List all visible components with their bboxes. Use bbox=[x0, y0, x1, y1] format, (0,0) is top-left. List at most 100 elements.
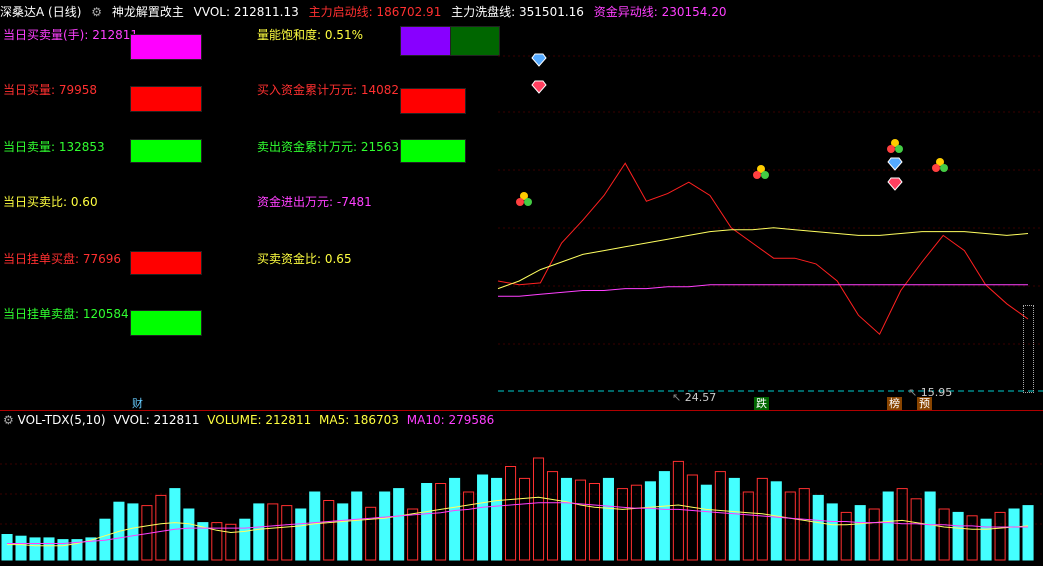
volume-bar bbox=[784, 491, 796, 561]
vwol-value: VVOL: 212811.13 bbox=[193, 5, 299, 19]
volume-bar bbox=[1022, 505, 1034, 561]
main-lines bbox=[497, 162, 1029, 336]
stat-box-pending-sell-green bbox=[130, 310, 202, 336]
volume-bar bbox=[43, 537, 55, 561]
volume-bar bbox=[477, 474, 489, 561]
stat-pending-buy: 当日挂单买盘: 77696 bbox=[3, 252, 122, 266]
volume-bar bbox=[491, 477, 503, 561]
volume-header: ⚙ VOL-TDX(5,10) VVOL: 212811 VOLUME: 212… bbox=[3, 413, 494, 427]
volume-bar bbox=[449, 477, 461, 561]
volume-bar bbox=[29, 537, 41, 561]
settings-gear-icon[interactable]: ⚙ bbox=[91, 5, 102, 19]
volume-bar bbox=[854, 505, 866, 561]
vol-vvol: VVOL: 212811 bbox=[113, 413, 200, 427]
marker-die[interactable]: 跌 bbox=[754, 397, 769, 410]
volume-bar bbox=[588, 483, 601, 561]
volume-bar bbox=[966, 515, 978, 561]
volume-bar bbox=[826, 503, 838, 561]
volume-bar bbox=[183, 508, 195, 561]
panel-divider bbox=[0, 410, 1043, 411]
volume-bar bbox=[505, 466, 517, 561]
wash-line-value: 主力洗盘线: 351501.16 bbox=[451, 5, 584, 19]
line-series bbox=[497, 227, 1029, 290]
stat-box-sell-fund-green bbox=[400, 139, 466, 163]
volume-bar bbox=[812, 494, 824, 561]
volume-bar bbox=[337, 503, 349, 561]
indicator-name[interactable]: 神龙解置改主 bbox=[112, 5, 184, 19]
volume-bar bbox=[225, 523, 237, 561]
volume-bar bbox=[365, 506, 377, 561]
volume-bar bbox=[756, 477, 768, 561]
stat-buy-volume: 当日买量: 79958 bbox=[3, 83, 98, 97]
red-diamond-icon bbox=[531, 80, 547, 94]
volume-bar bbox=[868, 508, 880, 561]
stat-buy-fund-total: 买入资金累计万元: 14082 bbox=[257, 83, 400, 97]
startup-line-value: 主力启动线: 186702.91 bbox=[308, 5, 442, 19]
stat-box-pending-buy-red bbox=[130, 251, 202, 275]
saturation-box-green bbox=[450, 26, 500, 56]
blue-diamond-icon bbox=[531, 53, 547, 67]
stat-sell-volume: 当日卖量: 132853 bbox=[3, 140, 105, 154]
marker-bang[interactable]: 榜 bbox=[887, 397, 902, 410]
price-low-label: ↖ 24.57 bbox=[672, 391, 717, 404]
volume-bar bbox=[728, 477, 740, 561]
volume-bar bbox=[1008, 508, 1020, 561]
stat-box-buy-red bbox=[130, 86, 202, 112]
blue-diamond-icon bbox=[887, 157, 903, 171]
stock-title[interactable]: 深桑达A (日线) bbox=[0, 5, 81, 19]
volume-bar bbox=[323, 500, 335, 561]
current-range-box bbox=[1023, 305, 1034, 393]
three-balls-icon bbox=[753, 165, 769, 179]
saturation-box-purple bbox=[400, 26, 452, 56]
marker-cai[interactable]: 财 bbox=[130, 397, 145, 410]
volume-bar bbox=[309, 491, 321, 561]
volume-bar bbox=[714, 471, 726, 561]
line-series bbox=[497, 162, 1029, 336]
three-balls-icon bbox=[516, 192, 532, 206]
volume-bar bbox=[379, 491, 391, 561]
vol-ma10: MA10: 279586 bbox=[406, 413, 495, 427]
volume-bar bbox=[169, 488, 181, 561]
volume-bar bbox=[351, 491, 363, 561]
volume-bar bbox=[267, 503, 279, 561]
stat-sell-fund-total: 卖出资金累计万元: 21563 bbox=[257, 140, 400, 154]
vol-indicator-name[interactable]: VOL-TDX(5,10) bbox=[18, 413, 106, 427]
volume-bar bbox=[421, 483, 433, 561]
volume-bar bbox=[253, 503, 265, 561]
stat-box-buy-fund-red bbox=[400, 88, 466, 114]
volume-bar bbox=[574, 479, 587, 561]
vol-volume: VOLUME: 212811 bbox=[207, 413, 312, 427]
volume-bar bbox=[407, 508, 419, 561]
volume-bar bbox=[938, 508, 950, 561]
volume-bar bbox=[435, 483, 447, 561]
line-series bbox=[498, 284, 1028, 297]
volume-bar bbox=[980, 518, 992, 561]
main-indicator-chart[interactable] bbox=[497, 20, 1043, 410]
three-balls-icon bbox=[932, 158, 948, 172]
volume-header-icon[interactable]: ⚙ bbox=[3, 413, 14, 427]
volume-bar bbox=[672, 460, 684, 561]
volume-bar bbox=[686, 474, 698, 561]
volume-bar bbox=[15, 535, 27, 561]
marker-yu[interactable]: 预 bbox=[917, 397, 932, 410]
volume-bar bbox=[295, 508, 307, 561]
volume-bar bbox=[393, 488, 405, 561]
volume-bar bbox=[924, 491, 936, 561]
volume-bar bbox=[910, 498, 922, 561]
stat-box-sell-green bbox=[130, 139, 202, 163]
volume-bar bbox=[658, 471, 670, 561]
fund-line-value: 资金异动线: 230154.20 bbox=[593, 5, 727, 19]
red-diamond-icon bbox=[887, 177, 903, 191]
volume-bar bbox=[840, 511, 852, 561]
volume-bar bbox=[644, 481, 656, 561]
volume-bar bbox=[57, 539, 69, 561]
volume-ma-lines bbox=[7, 496, 1029, 547]
stat-saturation: 量能饱和度: 0.51% bbox=[257, 28, 363, 42]
volume-bar bbox=[742, 491, 754, 561]
volume-bar bbox=[1, 534, 13, 561]
stat-box-magenta bbox=[130, 34, 202, 60]
stat-buy-sell-volume: 当日买卖量(手): 212811 bbox=[3, 28, 139, 42]
volume-bar bbox=[463, 491, 475, 561]
volume-bar-chart[interactable] bbox=[0, 428, 1043, 564]
volume-bar bbox=[519, 477, 531, 561]
